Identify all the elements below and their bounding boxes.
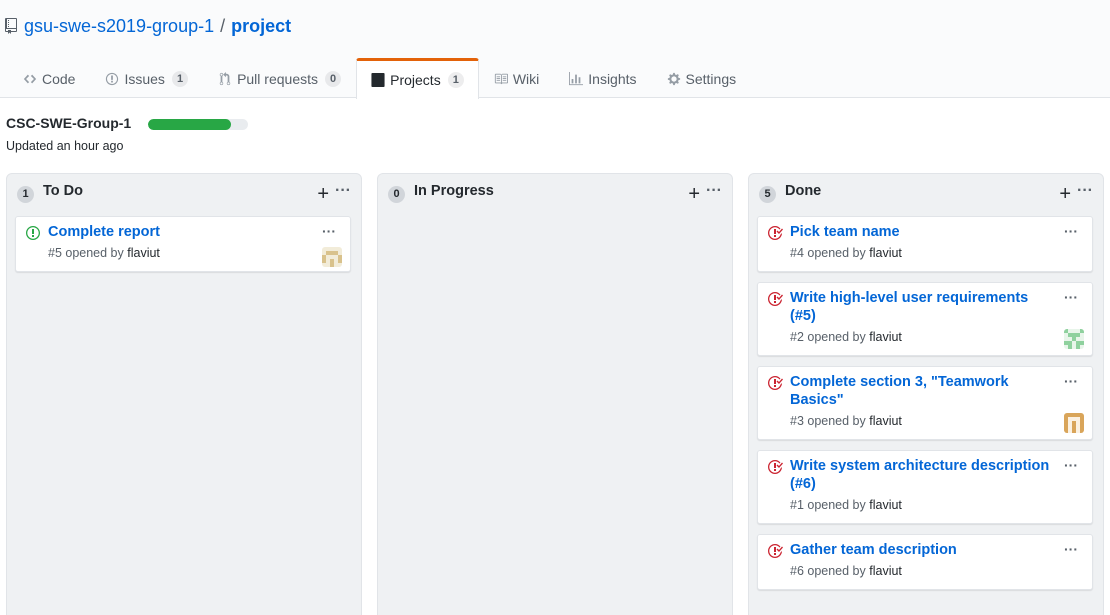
column-menu-icon[interactable]: ··· [706, 182, 722, 200]
card-menu-icon[interactable]: ··· [1064, 541, 1078, 557]
column-to-do: 1 To Do + ··· Complete report #5 opened … [6, 173, 362, 615]
column-title: In Progress [414, 183, 494, 199]
card-menu-icon[interactable]: ··· [1064, 457, 1078, 473]
card-author-link[interactable]: flaviut [869, 414, 902, 428]
column-header: 5 Done + ··· [749, 174, 1103, 214]
card-number: #6 opened by [790, 564, 866, 578]
card[interactable]: Gather team description #6 opened by fla… [757, 534, 1093, 590]
card-author-link[interactable]: flaviut [869, 564, 902, 578]
tab-insights[interactable]: Insights [554, 58, 651, 98]
add-card-icon[interactable]: + [688, 184, 700, 204]
book-icon [494, 73, 508, 84]
card-meta: #5 opened by flaviut [48, 246, 160, 260]
gear-icon [667, 72, 680, 85]
column-done: 5 Done + ··· Pick team name #4 opened by… [748, 173, 1104, 615]
column-in-progress: 0 In Progress + ··· [377, 173, 733, 615]
column-card-count: 5 [759, 186, 776, 203]
tab-label: Wiki [512, 70, 540, 87]
column-card-count: 0 [388, 186, 405, 203]
tab-label: Issues [124, 70, 165, 87]
repo-separator: / [220, 15, 226, 36]
closed-issue-icon [768, 375, 783, 390]
tab-label: Code [42, 70, 76, 87]
card[interactable]: Complete report #5 opened by flaviut ··· [15, 216, 351, 272]
card-meta: #3 opened by flaviut [790, 414, 902, 428]
tab-settings[interactable]: Settings [652, 58, 752, 98]
pull-request-icon [219, 71, 231, 85]
code-icon [23, 74, 37, 83]
graph-icon [569, 71, 584, 85]
column-menu-icon[interactable]: ··· [1077, 182, 1093, 200]
repo-header: gsu-swe-s2019-group-1 / project Code Iss… [0, 0, 1110, 99]
card-title-link[interactable]: Complete report [48, 223, 308, 241]
open-issue-icon [26, 226, 40, 240]
card-menu-icon[interactable]: ··· [1064, 223, 1078, 239]
column-header: 1 To Do + ··· [7, 174, 361, 214]
column-menu-icon[interactable]: ··· [335, 182, 351, 200]
card-number: #4 opened by [790, 246, 866, 260]
progress-fill [148, 119, 231, 130]
issue-icon [106, 72, 119, 85]
tab-wiki[interactable]: Wiki [479, 58, 554, 98]
card-title-link[interactable]: Write high-level user requirements (#5) [790, 289, 1050, 325]
card-number: #3 opened by [790, 414, 866, 428]
avatar[interactable] [322, 247, 342, 267]
card-author-link[interactable]: flaviut [869, 330, 902, 344]
card-meta: #4 opened by flaviut [790, 246, 902, 260]
repo-name-link[interactable]: project [231, 16, 291, 37]
tab-projects[interactable]: Projects 1 [356, 58, 479, 99]
project-icon [371, 73, 385, 87]
card[interactable]: Write system architecture description (#… [757, 450, 1093, 524]
tab-code[interactable]: Code [8, 58, 90, 98]
column-card-count: 1 [17, 186, 34, 203]
card-author-link[interactable]: flaviut [869, 498, 902, 512]
card-author-link[interactable]: flaviut [869, 246, 902, 260]
tab-label: Settings [685, 70, 737, 87]
card-menu-icon[interactable]: ··· [1064, 289, 1078, 305]
card-meta: #2 opened by flaviut [790, 330, 902, 344]
closed-issue-icon [768, 544, 783, 558]
card-title-link[interactable]: Pick team name [790, 223, 1050, 241]
card[interactable]: Complete section 3, "Teamwork Basics" #3… [757, 366, 1093, 440]
closed-issue-icon [768, 225, 783, 240]
project-updated-text: Updated an hour ago [6, 139, 124, 153]
tab-label: Projects [390, 72, 441, 88]
tab-label: Insights [588, 70, 637, 87]
repo-icon [5, 18, 17, 34]
card-menu-icon[interactable]: ··· [322, 223, 336, 239]
card-number: #1 opened by [790, 498, 866, 512]
repo-title: gsu-swe-s2019-group-1 / project [4, 14, 291, 38]
closed-issue-icon [768, 291, 783, 306]
closed-issue-icon [768, 459, 783, 474]
column-title: Done [785, 183, 822, 199]
pull-requests-counter: 0 [325, 70, 342, 87]
card-number: #5 opened by [48, 246, 124, 260]
avatar[interactable] [1064, 329, 1084, 349]
issues-counter: 1 [171, 70, 189, 87]
card-title-link[interactable]: Complete section 3, "Teamwork Basics" [790, 373, 1050, 409]
tab-issues[interactable]: Issues 1 [90, 58, 203, 98]
card-title-link[interactable]: Write system architecture description (#… [790, 457, 1050, 493]
repo-owner-link[interactable]: gsu-swe-s2019-group-1 [24, 16, 214, 37]
column-header: 0 In Progress + ··· [378, 174, 732, 214]
card-number: #2 opened by [790, 330, 866, 344]
add-card-icon[interactable]: + [1059, 184, 1071, 204]
card-author-link[interactable]: flaviut [127, 246, 160, 260]
card-meta: #1 opened by flaviut [790, 498, 902, 512]
card-meta: #6 opened by flaviut [790, 564, 902, 578]
card-title-link[interactable]: Gather team description [790, 541, 1050, 559]
card[interactable]: Write high-level user requirements (#5) … [757, 282, 1093, 356]
tab-pull-requests[interactable]: Pull requests 0 [203, 58, 356, 98]
card[interactable]: Pick team name #4 opened by flaviut ··· [757, 216, 1093, 272]
tab-label: Pull requests [237, 70, 318, 87]
project-progress-bar [148, 119, 248, 130]
avatar[interactable] [1064, 413, 1084, 433]
projects-counter: 1 [447, 72, 464, 88]
card-menu-icon[interactable]: ··· [1064, 373, 1078, 389]
project-name: CSC-SWE-Group-1 [6, 115, 132, 131]
add-card-icon[interactable]: + [317, 184, 329, 204]
repo-nav: Code Issues 1 Pull requests 0 Projects 1… [8, 58, 752, 99]
column-title: To Do [43, 183, 83, 199]
